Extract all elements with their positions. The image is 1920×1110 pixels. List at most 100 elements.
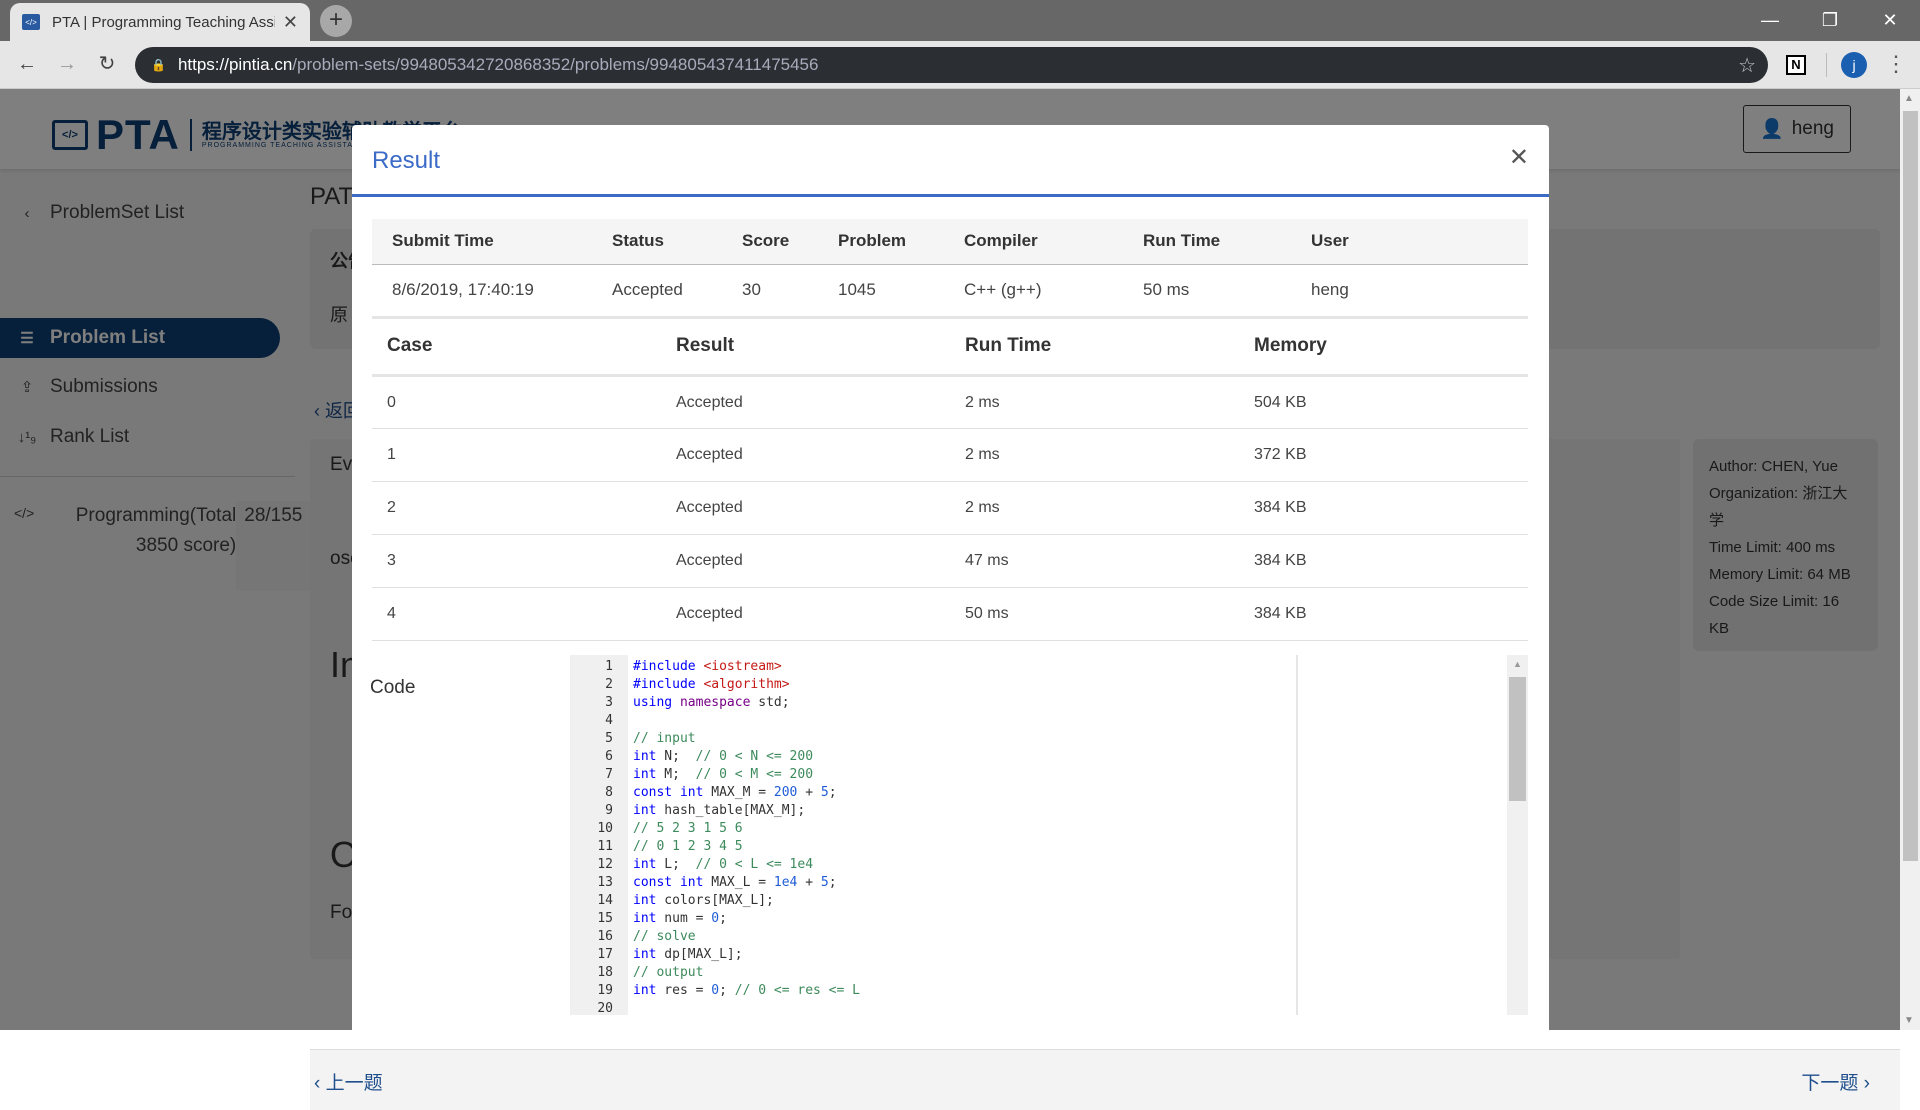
table-row: 1 Accepted 2 ms 372 KB (372, 428, 1528, 482)
compiler: C++ (g++) (944, 264, 1123, 319)
code-text: // 5 2 3 1 5 6 (633, 821, 743, 836)
line-number: 5 (605, 731, 613, 746)
back-arrow-icon[interactable]: ← (12, 49, 42, 79)
line-number: 15 (597, 911, 613, 926)
code-line: 18 // output (571, 964, 860, 982)
scrollbar-thumb[interactable] (1509, 677, 1526, 801)
browser-titlebar: </> PTA | Programming Teaching Assi ✕ + … (0, 0, 1920, 41)
next-problem-link[interactable]: 下一题 › (1801, 1068, 1870, 1095)
code-text: #include <algorithm> (633, 677, 790, 692)
code-text: using namespace std; (633, 695, 790, 710)
modal-header: Result ✕ (352, 125, 1549, 197)
new-tab-button[interactable]: + (320, 5, 352, 37)
column-header: Score (722, 219, 818, 265)
code-text: int dp[MAX_L]; (633, 947, 743, 962)
scrollbar-thumb[interactable] (1903, 111, 1918, 861)
column-header: Problem (818, 219, 944, 265)
modal-title: Result (372, 147, 441, 174)
code-line: 7 int M; // 0 < M <= 200 (571, 766, 860, 784)
close-icon[interactable]: ✕ (1509, 143, 1529, 172)
code-editor[interactable]: 1 #include <iostream> 2 #include <algorithm… (570, 655, 1528, 1015)
run-time: 50 ms (1123, 264, 1291, 319)
case-run-time: 50 ms (950, 587, 1239, 641)
case-result: Accepted (661, 481, 950, 535)
code-text: int colors[MAX_L]; (633, 893, 774, 908)
code-line: 11 // 0 1 2 3 4 5 (571, 838, 860, 856)
case-run-time: 2 ms (950, 375, 1239, 429)
submit-time: 8/6/2019, 17:40:19 (372, 264, 592, 319)
prev-problem-link[interactable]: ‹ 上一题 (314, 1068, 383, 1095)
line-number: 7 (605, 767, 613, 782)
case-run-time: 2 ms (950, 428, 1239, 482)
code-text: const int MAX_M = 200 + 5; (633, 785, 837, 800)
code-text: int num = 0; (633, 911, 727, 926)
tab-close-icon[interactable]: ✕ (283, 12, 298, 33)
editor-scrollbar[interactable]: ▲ (1507, 655, 1528, 1015)
line-number: 6 (605, 749, 613, 764)
case-number: 3 (372, 534, 661, 588)
code-text: // 0 1 2 3 4 5 (633, 839, 743, 854)
code-text: int N; // 0 < N <= 200 (633, 749, 814, 764)
code-text: // output (633, 965, 704, 980)
line-number: 14 (597, 893, 613, 908)
notion-extension-icon[interactable]: N (1786, 55, 1806, 75)
code-label: Code (370, 677, 416, 698)
code-line: 19 int res = 0; // 0 <= res <= L (571, 982, 860, 1000)
forward-arrow-icon[interactable]: → (52, 49, 82, 79)
column-header: Status (592, 219, 722, 265)
code-line: 15 int num = 0; (571, 910, 860, 928)
code-lines: 1 #include <iostream> 2 #include <algorithm… (571, 655, 860, 1015)
column-header: Run Time (1123, 219, 1291, 265)
browser-menu-icon[interactable]: ⋮ (1885, 49, 1907, 79)
code-line: 9 int hash_table[MAX_M]; (571, 802, 860, 820)
code-line: 3 using namespace std; (571, 694, 860, 712)
browser-tab[interactable]: </> PTA | Programming Teaching Assi ✕ (10, 3, 310, 41)
line-number: 4 (605, 713, 613, 728)
column-header: Run Time (950, 318, 1239, 377)
browser-toolbar: ← → ↻ 🔒 https://pintia.cn/problem-sets/9… (0, 41, 1920, 89)
user: heng (1291, 264, 1528, 319)
code-text: #include <iostream> (633, 659, 782, 674)
reload-icon[interactable]: ↻ (92, 49, 122, 79)
case-result: Accepted (661, 534, 950, 588)
code-text: int M; // 0 < M <= 200 (633, 767, 814, 782)
code-line: 10 // 5 2 3 1 5 6 (571, 820, 860, 838)
code-text: // input (633, 731, 696, 746)
line-number: 9 (605, 803, 613, 818)
column-header: Case (372, 318, 661, 377)
close-window-icon[interactable]: ✕ (1860, 0, 1920, 41)
line-number: 11 (597, 839, 613, 854)
minimize-icon[interactable]: — (1740, 0, 1800, 41)
url-path: /problem-sets/994805342720868352/problem… (292, 55, 819, 74)
case-memory: 384 KB (1239, 481, 1528, 535)
code-line: 8 const int MAX_M = 200 + 5; (571, 784, 860, 802)
line-number: 3 (605, 695, 613, 710)
test-case-table: Case Result Run Time Memory 0 Accepted 2 m… (372, 318, 1528, 641)
restore-icon[interactable]: ❐ (1800, 0, 1860, 41)
scroll-up-icon[interactable]: ▲ (1904, 93, 1914, 104)
case-run-time: 47 ms (950, 534, 1239, 588)
url-host: https://pintia.cn (177, 55, 293, 74)
line-number: 8 (605, 785, 613, 800)
problem-link[interactable]: 1045 (818, 264, 944, 319)
address-bar[interactable]: 🔒 https://pintia.cn/problem-sets/9948053… (135, 47, 1768, 83)
profile-avatar[interactable]: j (1841, 52, 1867, 78)
column-header: Result (661, 318, 950, 377)
table-row: 3 Accepted 47 ms 384 KB (372, 534, 1528, 588)
case-result: Accepted (661, 375, 950, 429)
submission-summary-table: Submit Time Status Score Problem Compile… (372, 219, 1528, 319)
case-result: Accepted (661, 428, 950, 482)
case-memory: 372 KB (1239, 428, 1528, 482)
scroll-up-icon[interactable]: ▲ (1513, 659, 1522, 669)
code-line: 20 (571, 1000, 860, 1015)
page-scrollbar[interactable]: ▲ ▼ (1900, 89, 1920, 1030)
line-number: 2 (605, 677, 613, 692)
bookmark-star-icon[interactable]: ☆ (1738, 53, 1756, 78)
column-header: Compiler (944, 219, 1123, 265)
case-number: 0 (372, 375, 661, 429)
prev-label: 上一题 (325, 1073, 383, 1094)
code-line: 4 (571, 712, 860, 730)
line-number: 18 (597, 965, 613, 980)
scroll-down-icon[interactable]: ▼ (1904, 1015, 1914, 1026)
table-header-row: Case Result Run Time Memory (372, 318, 1528, 377)
